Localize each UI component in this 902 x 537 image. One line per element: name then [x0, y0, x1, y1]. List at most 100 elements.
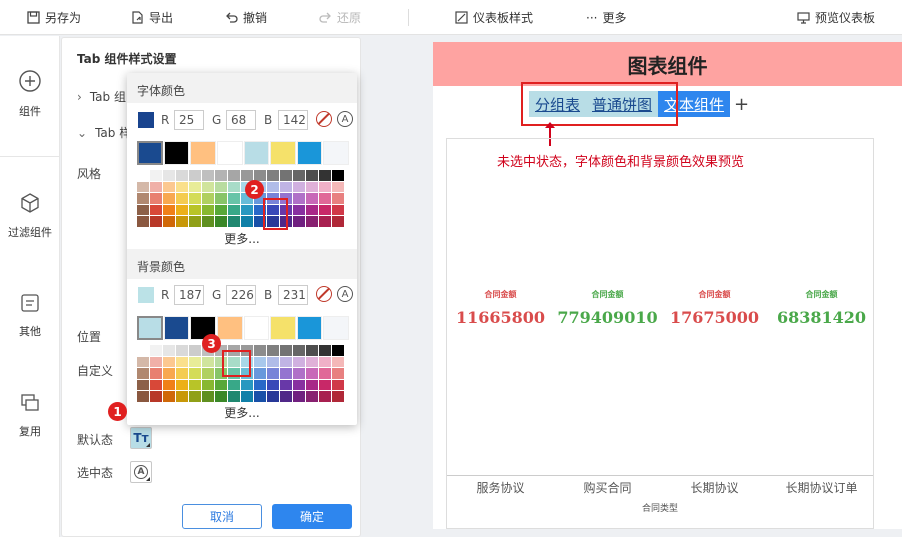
recent-color-swatch[interactable] [243, 316, 270, 340]
palette-color-swatch[interactable] [332, 170, 344, 181]
palette-color-swatch[interactable] [163, 345, 175, 356]
auto-color-icon[interactable]: A [337, 111, 353, 127]
palette-color-swatch[interactable] [189, 391, 201, 402]
save-as-button[interactable]: 另存为 [27, 0, 81, 35]
auto-color-icon[interactable]: A [337, 286, 353, 302]
dashboard-style-button[interactable]: 仪表板样式 [455, 0, 533, 35]
palette-color-swatch[interactable] [150, 379, 162, 390]
palette-color-swatch[interactable] [241, 379, 253, 390]
palette-color-swatch[interactable] [306, 379, 318, 390]
palette-color-swatch[interactable] [137, 216, 149, 227]
palette-color-swatch[interactable] [306, 216, 318, 227]
font-g-input[interactable]: 68 [226, 110, 256, 130]
palette-color-swatch[interactable] [189, 204, 201, 215]
palette-color-swatch[interactable] [228, 391, 240, 402]
palette-color-swatch[interactable] [137, 170, 149, 181]
font-b-input[interactable]: 142 [278, 110, 308, 130]
palette-color-swatch[interactable] [163, 368, 175, 379]
section-tab-style[interactable]: ⌄ Tab 样 [77, 124, 131, 141]
palette-color-swatch[interactable] [280, 356, 292, 367]
palette-color-swatch[interactable] [202, 216, 214, 227]
palette-color-swatch[interactable] [254, 379, 266, 390]
recent-color-swatch[interactable] [323, 141, 350, 165]
recent-color-swatch[interactable] [270, 316, 296, 340]
recent-color-swatch[interactable] [296, 316, 323, 340]
palette-color-swatch[interactable] [215, 379, 227, 390]
palette-color-swatch[interactable] [176, 356, 188, 367]
palette-color-swatch[interactable] [254, 345, 266, 356]
recent-color-swatch[interactable] [163, 316, 190, 340]
palette-color-swatch[interactable] [306, 170, 318, 181]
palette-color-swatch[interactable] [280, 391, 292, 402]
palette-color-swatch[interactable] [319, 170, 331, 181]
no-color-icon[interactable] [316, 286, 332, 302]
palette-color-swatch[interactable] [189, 345, 201, 356]
palette-color-swatch[interactable] [215, 170, 227, 181]
palette-color-swatch[interactable] [163, 193, 175, 204]
palette-color-swatch[interactable] [189, 193, 201, 204]
recent-color-swatch[interactable] [216, 316, 243, 340]
palette-color-swatch[interactable] [176, 204, 188, 215]
palette-color-swatch[interactable] [202, 170, 214, 181]
palette-color-swatch[interactable] [150, 181, 162, 192]
more-button[interactable]: ··· 更多 [586, 0, 626, 35]
palette-color-swatch[interactable] [319, 379, 331, 390]
palette-color-swatch[interactable] [332, 193, 344, 204]
palette-color-swatch[interactable] [280, 368, 292, 379]
palette-color-swatch[interactable] [319, 181, 331, 192]
recent-color-swatch[interactable] [216, 141, 243, 165]
palette-color-swatch[interactable] [293, 193, 305, 204]
palette-color-swatch[interactable] [163, 391, 175, 402]
palette-color-swatch[interactable] [150, 204, 162, 215]
palette-color-swatch[interactable] [306, 391, 318, 402]
bg-more-colors-link[interactable]: 更多... [127, 404, 357, 421]
palette-color-swatch[interactable] [332, 181, 344, 192]
palette-color-swatch[interactable] [319, 193, 331, 204]
ok-button[interactable]: 确定 [272, 504, 352, 529]
palette-color-swatch[interactable] [267, 181, 279, 192]
recent-color-swatch[interactable] [163, 141, 190, 165]
palette-color-swatch[interactable] [319, 204, 331, 215]
palette-color-swatch[interactable] [202, 204, 214, 215]
palette-color-swatch[interactable] [293, 356, 305, 367]
palette-color-swatch[interactable] [137, 391, 149, 402]
palette-color-swatch[interactable] [176, 216, 188, 227]
palette-color-swatch[interactable] [176, 391, 188, 402]
palette-color-swatch[interactable] [228, 193, 240, 204]
palette-color-swatch[interactable] [280, 345, 292, 356]
palette-color-swatch[interactable] [228, 170, 240, 181]
palette-color-swatch[interactable] [241, 170, 253, 181]
palette-color-swatch[interactable] [163, 204, 175, 215]
palette-color-swatch[interactable] [163, 356, 175, 367]
palette-color-swatch[interactable] [293, 391, 305, 402]
palette-color-swatch[interactable] [150, 356, 162, 367]
sidebar-item-filter[interactable]: 过滤组件 [0, 192, 60, 240]
palette-color-swatch[interactable] [293, 181, 305, 192]
palette-color-swatch[interactable] [332, 356, 344, 367]
palette-color-swatch[interactable] [189, 181, 201, 192]
palette-color-swatch[interactable] [189, 170, 201, 181]
palette-color-swatch[interactable] [241, 216, 253, 227]
recent-color-swatch[interactable] [137, 316, 163, 340]
palette-color-swatch[interactable] [150, 368, 162, 379]
preview-dashboard-button[interactable]: 预览仪表板 [797, 0, 875, 35]
palette-color-swatch[interactable] [319, 216, 331, 227]
palette-color-swatch[interactable] [267, 170, 279, 181]
palette-color-swatch[interactable] [228, 379, 240, 390]
palette-color-swatch[interactable] [267, 368, 279, 379]
bg-g-input[interactable]: 226 [226, 285, 256, 305]
palette-color-swatch[interactable] [332, 216, 344, 227]
palette-color-swatch[interactable] [332, 204, 344, 215]
palette-color-swatch[interactable] [176, 379, 188, 390]
palette-color-swatch[interactable] [150, 193, 162, 204]
redo-button[interactable]: 还原 [319, 0, 361, 35]
recent-color-swatch[interactable] [270, 141, 296, 165]
palette-color-swatch[interactable] [137, 368, 149, 379]
palette-color-swatch[interactable] [293, 368, 305, 379]
palette-color-swatch[interactable] [306, 193, 318, 204]
cancel-button[interactable]: 取消 [182, 504, 262, 529]
bg-r-input[interactable]: 187 [174, 285, 204, 305]
sidebar-item-reuse[interactable]: 复用 [0, 393, 60, 439]
palette-color-swatch[interactable] [189, 356, 201, 367]
palette-color-swatch[interactable] [150, 170, 162, 181]
